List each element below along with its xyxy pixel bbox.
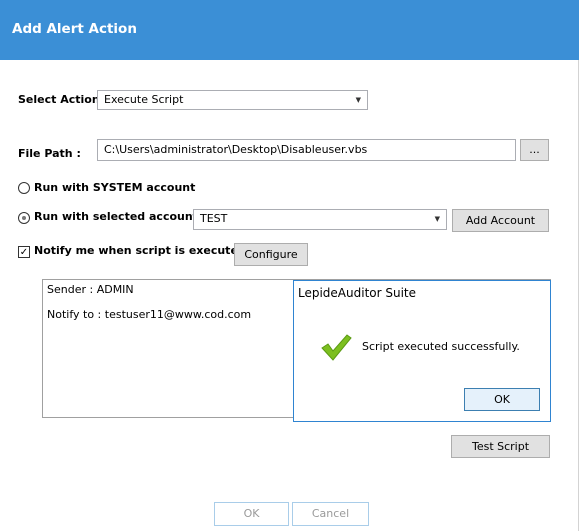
- run-system-radio[interactable]: [18, 182, 30, 194]
- sender-text: Sender : ADMIN: [47, 283, 134, 296]
- notify-to-text: Notify to : testuser11@www.cod.com: [47, 308, 252, 321]
- chevron-down-icon: ▼: [434, 215, 440, 223]
- test-script-button[interactable]: Test Script: [451, 435, 550, 458]
- message-ok-button[interactable]: OK: [464, 388, 540, 411]
- cancel-button[interactable]: Cancel: [292, 502, 369, 526]
- add-account-button[interactable]: Add Account: [452, 209, 549, 232]
- select-action-value: Execute Script: [104, 93, 184, 106]
- file-path-label: File Path :: [18, 147, 81, 160]
- ok-button[interactable]: OK: [214, 502, 289, 526]
- notify-checkbox[interactable]: ✓: [18, 246, 30, 258]
- run-selected-label: Run with selected account: [34, 210, 198, 223]
- checkmark-icon: [321, 334, 352, 361]
- notify-label: Notify me when script is executed: [34, 244, 246, 257]
- chevron-down-icon: ▼: [355, 96, 361, 104]
- run-system-label: Run with SYSTEM account: [34, 181, 196, 194]
- dialog-title: Add Alert Action: [12, 21, 137, 37]
- select-action-dropdown[interactable]: Execute Script ▼: [97, 90, 368, 110]
- select-action-label: Select Action :: [18, 93, 108, 106]
- browse-button[interactable]: ...: [520, 139, 549, 161]
- message-text: Script executed successfully.: [362, 340, 520, 353]
- message-box-title: LepideAuditor Suite: [298, 286, 417, 300]
- configure-button[interactable]: Configure: [234, 243, 308, 266]
- file-path-input[interactable]: C:\Users\administrator\Desktop\Disableus…: [97, 139, 516, 161]
- radio-selected-dot: [22, 216, 26, 220]
- account-value: TEST: [200, 212, 228, 225]
- run-selected-radio[interactable]: [18, 212, 30, 224]
- account-dropdown[interactable]: TEST ▼: [193, 209, 447, 230]
- check-icon: ✓: [19, 247, 29, 258]
